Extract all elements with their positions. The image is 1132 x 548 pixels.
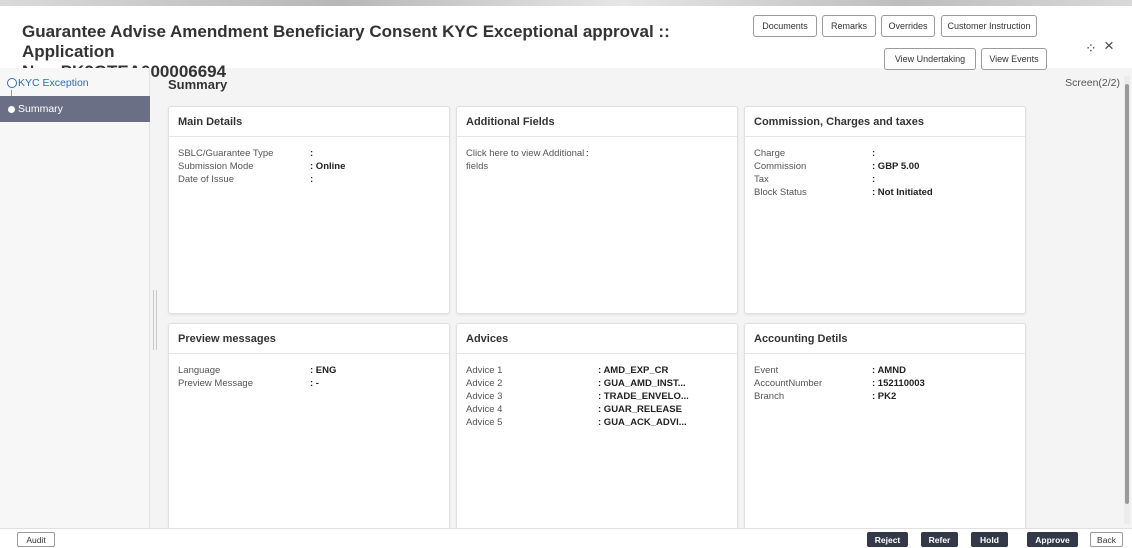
field-value: : GUA_AMD_INST... — [598, 378, 686, 389]
audit-button[interactable]: Audit — [17, 532, 55, 547]
field-label: Branch — [754, 391, 785, 402]
field-label: Advice 2 — [466, 378, 503, 389]
sidebar-resize-handle[interactable] — [153, 290, 157, 350]
field-value: : TRADE_ENVELO... — [598, 391, 689, 402]
panel-title: Additional Fields — [457, 107, 737, 137]
field-label: Tax — [754, 174, 769, 185]
approve-button[interactable]: Approve — [1027, 532, 1078, 547]
screen-indicator: Screen(2/2) — [1065, 77, 1120, 89]
field-label: Commission — [754, 161, 807, 172]
field-value: : 152110003 — [872, 378, 925, 389]
field-value: : Not Initiated — [872, 187, 933, 198]
field-value: : — [310, 174, 314, 185]
panel-title: Accounting Detils — [745, 324, 1025, 354]
accounting-details-panel: Accounting Detils Event : AMND AccountNum… — [744, 323, 1026, 531]
advices-panel: Advices Advice 1 : AMD_EXP_CR Advice 2 : G… — [456, 323, 738, 531]
sidebar-item-label: KYC Exception — [18, 77, 89, 89]
field-value: : AMND — [872, 365, 906, 376]
scrollbar-thumb[interactable] — [1125, 84, 1129, 504]
sidebar-item-label: Summary — [18, 103, 63, 115]
documents-button[interactable]: Documents — [753, 15, 817, 37]
field-label: Advice 4 — [466, 404, 503, 415]
field-value: : — [310, 148, 314, 159]
field-label: Charge — [754, 148, 786, 159]
footer-bar: Audit Reject Refer Hold Approve Back — [0, 528, 1132, 548]
field-label: Advice 1 — [466, 365, 503, 376]
field-value: : AMD_EXP_CR — [598, 365, 669, 376]
field-value: : - — [310, 378, 319, 389]
main-details-panel: Main Details SBLC/Guarantee Type: Submis… — [168, 106, 450, 314]
field-value: : PK2 — [872, 391, 897, 402]
field-value: : — [872, 174, 876, 185]
step-current-icon — [8, 106, 15, 113]
field-value: : — [586, 148, 589, 159]
field-label: Block Status — [754, 187, 807, 198]
refer-button[interactable]: Refer — [921, 532, 958, 547]
step-complete-icon — [7, 78, 17, 88]
field-value: : ENG — [310, 365, 337, 376]
field-label: Event — [754, 365, 779, 376]
back-button[interactable]: Back — [1090, 532, 1123, 547]
reject-button[interactable]: Reject — [867, 532, 908, 547]
commission-charges-panel: Commission, Charges and taxes Charge: Co… — [744, 106, 1026, 314]
view-events-button[interactable]: View Events — [981, 48, 1047, 70]
main-title: Summary — [168, 77, 228, 92]
panel-title: Commission, Charges and taxes — [745, 107, 1025, 137]
page-title-line1: Guarantee Advise Amendment Beneficiary C… — [22, 22, 670, 61]
field-label: Language — [178, 365, 221, 376]
field-label: AccountNumber — [754, 378, 823, 389]
field-label: SBLC/Guarantee Type — [178, 148, 274, 159]
additional-fields-panel: Additional Fields Click here to view Add… — [456, 106, 738, 314]
additional-fields-link[interactable]: Click here to view Additional fields — [466, 147, 586, 173]
field-label: Submission Mode — [178, 161, 254, 172]
header: Guarantee Advise Amendment Beneficiary C… — [0, 6, 1132, 81]
hold-button[interactable]: Hold — [971, 532, 1008, 547]
panel-title: Preview messages — [169, 324, 449, 354]
field-value: : GBP 5.00 — [872, 161, 920, 172]
field-label: Advice 3 — [466, 391, 503, 402]
customer-instruction-button[interactable]: Customer Instruction — [941, 15, 1037, 37]
field-value: : Online — [310, 161, 346, 172]
view-undertaking-button[interactable]: View Undertaking — [884, 48, 976, 70]
field-value: : — [872, 148, 876, 159]
panel-title: Advices — [457, 324, 737, 354]
field-value: : GUA_ACK_ADVI... — [598, 417, 687, 428]
field-label: Date of Issue — [178, 174, 234, 185]
field-value: : GUAR_RELEASE — [598, 404, 682, 415]
overrides-button[interactable]: Overrides — [881, 15, 935, 37]
sidebar-item-kyc-exception[interactable]: KYC Exception — [0, 70, 150, 96]
sidebar: KYC Exception Summary — [0, 68, 150, 528]
sidebar-item-summary[interactable]: Summary — [0, 96, 150, 122]
maximize-icon[interactable]: ⁘ — [1085, 40, 1097, 57]
field-label: Preview Message — [178, 378, 253, 389]
close-icon[interactable]: × — [1104, 36, 1114, 56]
remarks-button[interactable]: Remarks — [822, 15, 876, 37]
panel-title: Main Details — [169, 107, 449, 137]
field-label: Advice 5 — [466, 417, 503, 428]
preview-messages-panel: Preview messages Language : ENG Preview M… — [168, 323, 450, 531]
